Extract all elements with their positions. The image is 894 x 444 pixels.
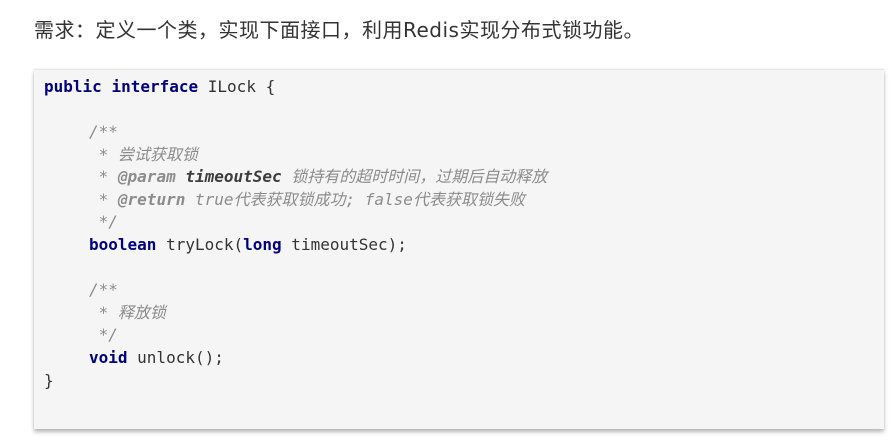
keyword-boolean: boolean — [89, 235, 157, 254]
interface-declaration-line: public interface ILock { — [44, 76, 275, 98]
doc1-close: */ — [89, 212, 118, 231]
code-block: public interface ILock { /** * 尝试获取锁 * @… — [34, 69, 884, 429]
return-description: true代表获取锁成功; false代表获取锁失败 — [185, 190, 525, 209]
doc1-description: 尝试获取锁 — [117, 145, 198, 164]
keyword-void: void — [89, 348, 128, 367]
doc2-star: * — [89, 303, 118, 322]
trylock-name: tryLock( — [156, 235, 244, 254]
param-description: 锁持有的超时时间，过期后自动释放 — [281, 167, 548, 186]
doc1-star: * — [89, 145, 118, 164]
doc1-param-star: * — [89, 167, 118, 186]
doc1-return-star: * — [89, 190, 118, 209]
doc1-close-line: */ — [44, 211, 118, 233]
requirement-heading: 需求：定义一个类，实现下面接口，利用Redis实现分布式锁功能。 — [34, 18, 644, 42]
doc2-description: 释放锁 — [117, 303, 166, 322]
closing-brace: } — [44, 371, 54, 390]
doc1-return-line: * @return true代表获取锁成功; false代表获取锁失败 — [44, 189, 525, 211]
doc1-open-line: /** — [44, 121, 118, 143]
doc2-open: /** — [89, 280, 118, 299]
trylock-params: timeoutSec); — [281, 235, 407, 254]
keyword-interface: interface — [111, 77, 199, 96]
keyword-long: long — [243, 235, 282, 254]
param-name: timeoutSec — [185, 167, 282, 186]
doc1-description-line: * 尝试获取锁 — [44, 144, 198, 166]
doc2-open-line: /** — [44, 279, 118, 301]
trylock-method-line: boolean tryLock(long timeoutSec); — [44, 234, 407, 256]
doc2-description-line: * 释放锁 — [44, 302, 166, 324]
keyword-public: public — [44, 77, 102, 96]
doc1-open: /** — [89, 122, 118, 141]
doc1-param-line: * @param timeoutSec 锁持有的超时时间，过期后自动释放 — [44, 166, 548, 188]
return-tag: @return — [117, 190, 186, 209]
param-tag: @param — [117, 167, 176, 186]
closing-brace-line: } — [44, 370, 54, 392]
unlock-method-line: void unlock(); — [44, 347, 224, 369]
doc2-close-line: */ — [44, 324, 118, 346]
interface-name: ILock { — [207, 77, 276, 96]
doc2-close: */ — [89, 325, 118, 344]
unlock-name: unlock(); — [127, 348, 224, 367]
